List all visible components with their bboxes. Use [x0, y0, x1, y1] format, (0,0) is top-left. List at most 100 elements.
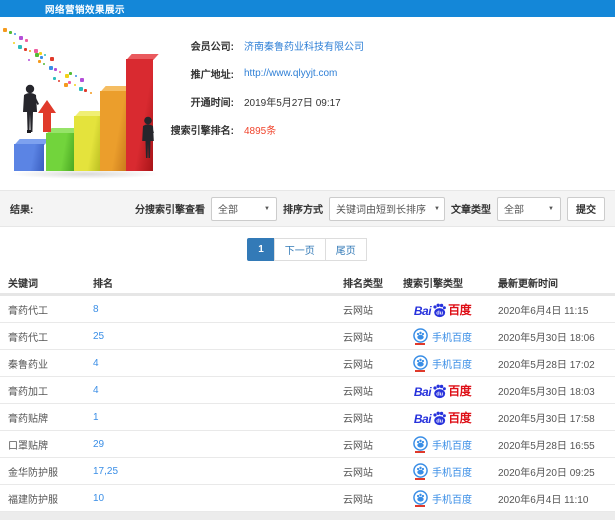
baidu-mobile-paw-icon — [413, 435, 428, 453]
baidu-mobile-logo: 手机百度 — [413, 489, 472, 507]
baidu-mobile-paw-icon — [413, 354, 428, 372]
rank-type-cell: 云网站 — [343, 440, 373, 452]
sort-filter-select[interactable]: 关键词由短到长排序 ▼ — [329, 196, 445, 221]
submit-button[interactable]: 提交 — [567, 196, 605, 221]
table-row: 金华防护服 17,25 云网站 手机百度 2020年6月20日 09:25 — [0, 458, 615, 485]
article-type-filter-label: 文章类型 — [451, 205, 491, 216]
next-page-button[interactable]: 下一页 — [273, 238, 326, 261]
page-title: 网络营销效果展示 — [45, 4, 126, 16]
svg-text:du: du — [436, 418, 443, 424]
info-value[interactable]: http://www.qlyyjt.com — [244, 68, 337, 79]
keyword-cell: 膏药加工 — [8, 386, 48, 398]
rank-type-cell: 云网站 — [343, 386, 373, 398]
baidu-mobile-label: 手机百度 — [432, 332, 472, 344]
baidu-logo-text-bai: Bai — [413, 411, 432, 426]
updated-time-cell: 2020年6月4日 11:15 — [498, 305, 589, 317]
baidu-mobile-paw-icon — [413, 327, 428, 345]
page-button-current[interactable]: 1 — [247, 238, 275, 261]
baidu-logo-text-bai: Bai — [413, 384, 432, 399]
baidu-mobile-logo: 手机百度 — [413, 354, 472, 372]
baidu-logo-text-cn: 百度 — [448, 383, 472, 398]
keyword-cell: 秦鲁药业 — [8, 359, 48, 371]
table-row: 膏药加工 4 云网站 Bai du 百度 2020年5月30日 18:03 — [0, 377, 615, 404]
rank-link[interactable]: 8 — [85, 304, 335, 315]
bar-orange — [100, 86, 134, 171]
info-label: 搜索引擎排名: — [170, 125, 234, 137]
baidu-pc-logo: Bai du 百度 — [413, 382, 472, 399]
member-info: 会员公司: 济南秦鲁药业科技有限公司 推广地址: http://www.qlyy… — [152, 31, 612, 143]
baidu-mobile-logo: 手机百度 — [413, 462, 472, 480]
info-value[interactable]: 济南秦鲁药业科技有限公司 — [244, 38, 364, 53]
results-label: 结果: — [10, 205, 34, 216]
updated-time-cell: 2020年5月30日 17:58 — [498, 413, 595, 425]
growth-arrow-icon — [38, 100, 56, 134]
rank-link[interactable]: 10 — [85, 493, 335, 504]
baidu-mobile-underline — [415, 450, 425, 453]
info-label: 推广地址: — [190, 69, 234, 81]
chevron-down-icon: ▼ — [264, 205, 270, 212]
rank-link[interactable]: 17,25 — [85, 466, 335, 477]
table-row: 膏药贴牌 1 云网站 Bai du 百度 2020年5月30日 17:58 — [0, 404, 615, 431]
baidu-mobile-label: 手机百度 — [432, 494, 472, 506]
rank-link[interactable]: 29 — [85, 439, 335, 450]
bar-green — [46, 128, 80, 171]
col-header-rank: 排名 — [93, 279, 113, 290]
summary-section: 会员公司: 济南秦鲁药业科技有限公司 推广地址: http://www.qlyy… — [0, 17, 615, 190]
col-header-keyword: 关键词 — [8, 279, 38, 290]
rank-link[interactable]: 1 — [85, 412, 335, 423]
baidu-mobile-underline — [415, 477, 425, 480]
info-row: 会员公司: 济南秦鲁药业科技有限公司 — [152, 31, 612, 59]
article-type-filter-value: 全部 — [504, 205, 524, 216]
info-value: 2019年5月27日 09:17 — [244, 97, 341, 109]
baidu-mobile-underline — [415, 369, 425, 372]
baidu-paw-icon: du — [433, 384, 446, 398]
rank-type-cell: 云网站 — [343, 494, 373, 506]
engine-type-cell: 手机百度 — [395, 489, 490, 507]
col-header-rank-type: 排名类型 — [343, 279, 383, 290]
baidu-mobile-logo: 手机百度 — [413, 435, 472, 453]
keyword-cell: 福建防护服 — [8, 494, 58, 506]
col-header-updated: 最新更新时间 — [498, 279, 558, 290]
rank-link[interactable]: 4 — [85, 358, 335, 369]
baidu-paw-icon: du — [433, 411, 446, 425]
info-row: 推广地址: http://www.qlyyjt.com — [152, 59, 612, 87]
engine-type-cell: 手机百度 — [395, 327, 490, 345]
title-bar: 网络营销效果展示 — [0, 0, 615, 17]
engine-type-cell: 手机百度 — [395, 435, 490, 453]
engine-filter-select[interactable]: 全部 ▼ — [211, 196, 277, 221]
rank-type-cell: 云网站 — [343, 305, 373, 317]
sort-filter-label: 排序方式 — [283, 205, 323, 216]
businessman-left-icon — [20, 84, 40, 145]
updated-time-cell: 2020年5月30日 18:03 — [498, 386, 595, 398]
rank-link[interactable]: 25 — [85, 331, 335, 342]
table-row: 膏药代工 25 云网站 手机百度 2020年5月30日 18:06 — [0, 323, 615, 350]
table-row: 福建防护服 10 云网站 手机百度 2020年6月4日 11:10 — [0, 485, 615, 512]
updated-time-cell: 2020年5月30日 18:06 — [498, 332, 595, 344]
table-row: 口罩贴牌 29 云网站 手机百度 2020年5月28日 16:55 — [0, 431, 615, 458]
info-label: 开通时间: — [190, 97, 234, 109]
engine-type-cell: Bai du 百度 — [395, 382, 490, 399]
svg-text:du: du — [436, 391, 443, 397]
updated-time-cell: 2020年5月28日 16:55 — [498, 440, 595, 452]
engine-filter-value: 全部 — [218, 205, 238, 216]
table-header-row: 关键词 排名 排名类型 搜索引擎类型 最新更新时间 — [0, 272, 615, 296]
chevron-down-icon: ▼ — [434, 205, 440, 212]
baidu-mobile-paw-icon — [413, 489, 428, 507]
article-type-filter-select[interactable]: 全部 ▼ — [497, 196, 561, 221]
baidu-mobile-underline — [415, 342, 425, 345]
col-header-engine-type: 搜索引擎类型 — [403, 279, 463, 290]
rank-type-cell: 云网站 — [343, 413, 373, 425]
sort-filter-value: 关键词由短到长排序 — [336, 205, 426, 216]
keyword-cell: 膏药代工 — [8, 332, 48, 344]
baidu-paw-icon: du — [433, 303, 446, 317]
rank-link[interactable]: 4 — [85, 385, 335, 396]
baidu-mobile-label: 手机百度 — [432, 359, 472, 371]
info-row: 搜索引擎排名: 4895条 — [152, 115, 612, 143]
baidu-mobile-paw-icon — [413, 462, 428, 480]
baidu-logo-text-bai: Bai — [413, 303, 432, 318]
baidu-mobile-logo: 手机百度 — [413, 327, 472, 345]
bar-yellow — [74, 111, 108, 171]
svg-text:du: du — [436, 310, 443, 316]
growth-chart-illustration — [2, 27, 172, 181]
last-page-button[interactable]: 尾页 — [324, 238, 367, 261]
